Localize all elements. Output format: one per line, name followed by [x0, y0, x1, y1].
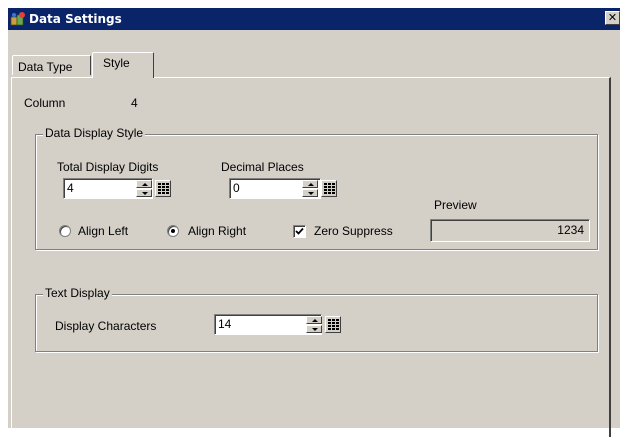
tab-style-label: Style — [103, 56, 130, 70]
window-title: Data Settings — [29, 12, 122, 26]
preview-label: Preview — [434, 198, 477, 212]
checkmark-icon — [295, 227, 304, 235]
preview-value: 1234 — [557, 223, 584, 237]
display-characters-keypad-button[interactable] — [325, 316, 341, 333]
zero-suppress-label[interactable]: Zero Suppress — [314, 224, 393, 238]
spin-down-icon[interactable] — [136, 189, 152, 197]
align-right-label[interactable]: Align Right — [188, 224, 246, 238]
text-display-title: Text Display — [43, 286, 112, 300]
align-right-radio[interactable] — [167, 225, 179, 237]
spin-down-icon[interactable] — [302, 189, 318, 197]
decimal-places-label: Decimal Places — [221, 160, 304, 174]
column-label: Column — [24, 96, 66, 110]
tab-style[interactable]: Style — [92, 52, 154, 78]
close-icon: ✕ — [607, 11, 618, 24]
preview-display: 1234 — [430, 219, 590, 242]
tab-style-join — [93, 76, 153, 79]
app-icon — [10, 11, 26, 27]
align-left-radio[interactable] — [59, 225, 71, 237]
decimal-places-keypad-button[interactable] — [321, 180, 337, 197]
data-display-style-title: Data Display Style — [43, 126, 146, 140]
decimal-places-spinner[interactable] — [302, 180, 318, 197]
total-display-digits-keypad-button[interactable] — [155, 180, 171, 197]
total-display-digits-label: Total Display Digits — [57, 160, 159, 174]
total-display-digits-spinner[interactable] — [136, 180, 152, 197]
align-left-label[interactable]: Align Left — [78, 224, 128, 238]
title-bar[interactable]: Data Settings ✕ — [8, 8, 620, 30]
column-value: 4 — [131, 96, 138, 110]
tab-data-type-label: Data Type — [18, 60, 73, 74]
spin-down-icon[interactable] — [306, 325, 322, 333]
tab-data-type[interactable]: Data Type — [12, 55, 91, 75]
spin-up-icon[interactable] — [136, 180, 152, 188]
close-button[interactable]: ✕ — [605, 11, 620, 25]
spin-up-icon[interactable] — [306, 316, 322, 324]
spin-up-icon[interactable] — [302, 180, 318, 188]
zero-suppress-checkbox[interactable] — [293, 225, 306, 238]
keypad-icon — [328, 319, 339, 330]
keypad-icon — [324, 183, 335, 194]
keypad-icon — [158, 183, 169, 194]
display-characters-spinner[interactable] — [306, 316, 322, 333]
display-characters-label: Display Characters — [55, 319, 157, 333]
